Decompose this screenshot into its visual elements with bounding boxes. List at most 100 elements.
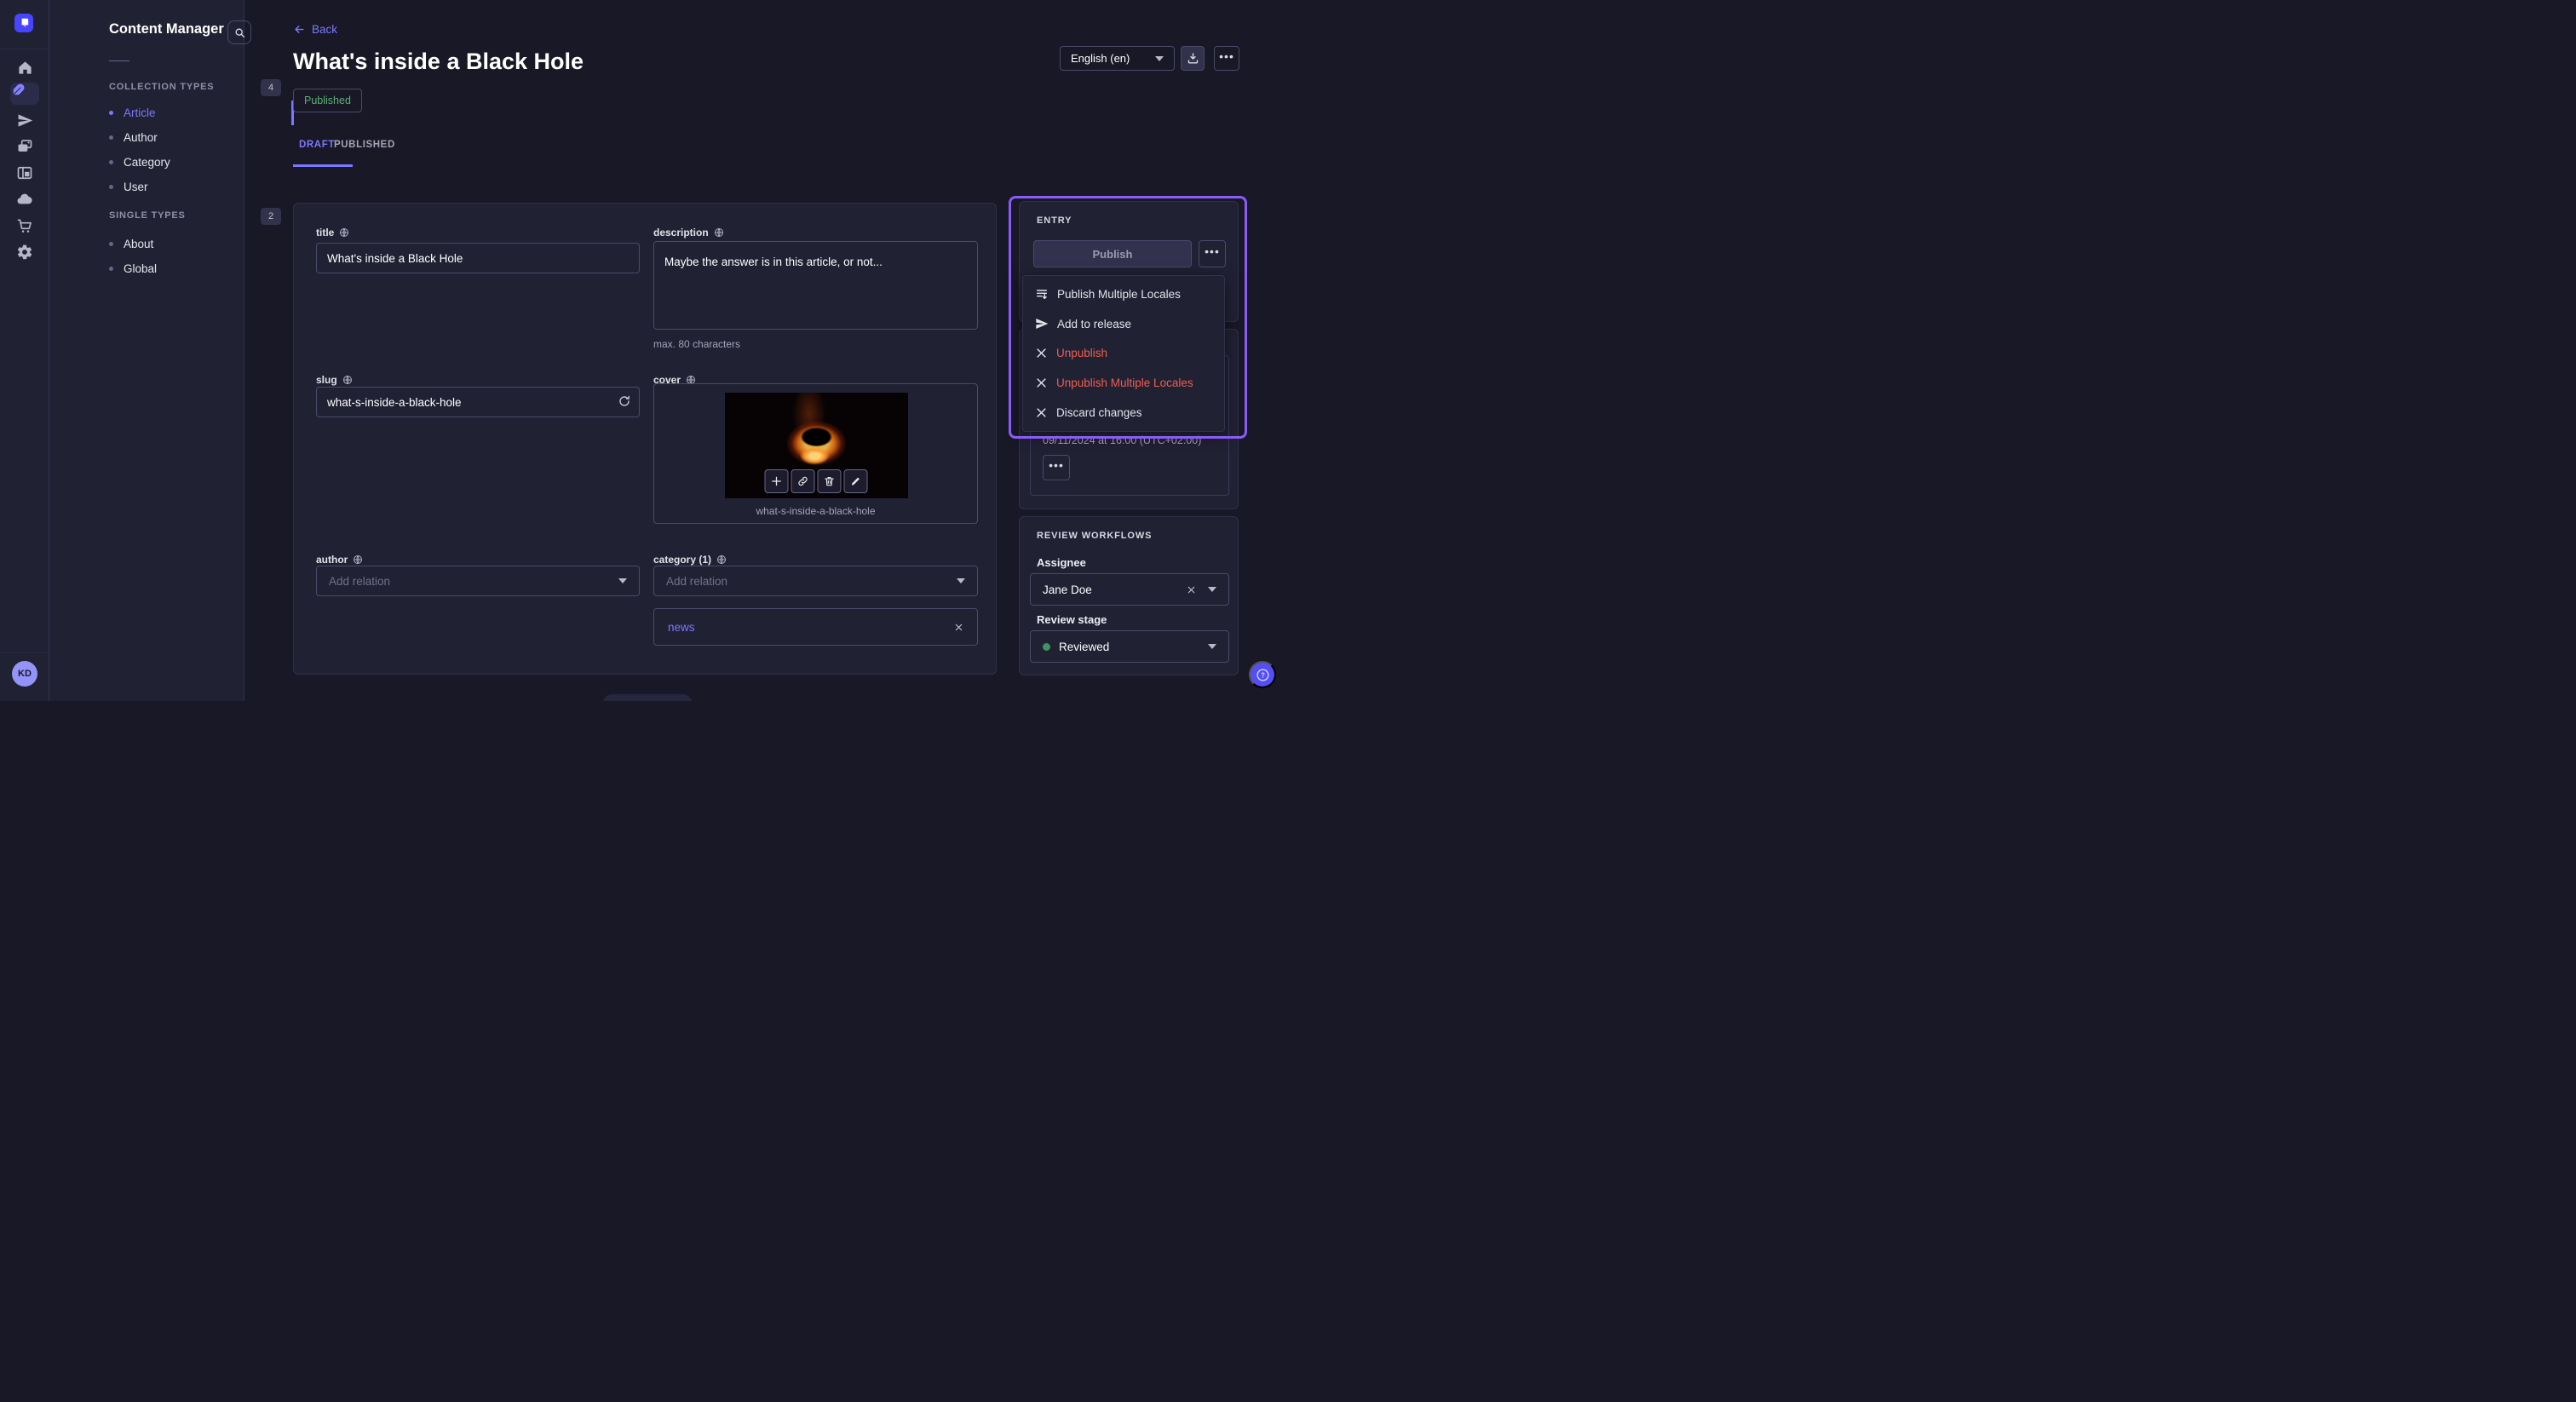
edit-asset-button[interactable] — [843, 469, 867, 493]
header-more-button[interactable]: ••• — [1214, 46, 1239, 71]
description-field-label: description — [653, 227, 724, 238]
menu-item-discard-changes[interactable]: Discard changes — [1023, 398, 1224, 428]
avatar-initials: KD — [18, 669, 32, 679]
publish-button[interactable]: Publish — [1033, 240, 1192, 267]
marketplace-cart-icon[interactable] — [15, 216, 34, 235]
delete-asset-button[interactable] — [817, 469, 841, 493]
remove-relation-button[interactable] — [954, 623, 963, 632]
menu-item-unpublish[interactable]: Unpublish — [1023, 339, 1224, 369]
clear-assignee-button[interactable] — [1187, 585, 1196, 595]
back-label: Back — [312, 23, 337, 36]
sidebar-divider — [109, 60, 129, 61]
menu-item-label: Unpublish — [1056, 347, 1107, 359]
settings-gear-icon[interactable] — [15, 243, 34, 261]
field-label-text: title — [316, 227, 334, 238]
tab-draft[interactable]: DRAFT — [299, 140, 335, 150]
sidebar-title: Content Manager — [109, 21, 224, 37]
cloud-icon[interactable] — [15, 190, 34, 209]
menu-item-unpublish-multiple-locales[interactable]: Unpublish Multiple Locales — [1023, 368, 1224, 398]
chevron-down-icon — [1155, 56, 1164, 61]
nav-item-content-manager[interactable] — [10, 83, 39, 105]
title-input[interactable] — [316, 243, 640, 273]
slug-input[interactable] — [316, 387, 640, 417]
description-helper: max. 80 characters — [653, 338, 740, 350]
entry-panel-heading: ENTRY — [1037, 215, 1072, 226]
link-icon — [796, 475, 808, 487]
close-icon — [1187, 585, 1196, 595]
globe-icon — [339, 227, 349, 238]
relation-link-news[interactable]: news — [668, 621, 695, 634]
rail-divider-bottom — [0, 652, 49, 653]
sidebar-item-article[interactable]: Article — [109, 104, 254, 121]
chevron-down-icon — [1208, 587, 1216, 592]
sidebar-item-user[interactable]: User — [109, 178, 254, 195]
assignee-value: Jane Doe — [1043, 583, 1187, 596]
search-button[interactable] — [227, 20, 251, 44]
trash-icon — [823, 475, 835, 487]
section-single-types: SINGLE TYPES — [109, 210, 186, 221]
bullet-icon — [109, 185, 113, 189]
cross-icon — [1035, 347, 1048, 359]
home-icon[interactable] — [15, 58, 34, 77]
releases-icon[interactable] — [15, 111, 34, 129]
release-more-button[interactable]: ••• — [1043, 455, 1070, 480]
status-badge: Published — [293, 89, 362, 112]
cross-icon — [1035, 376, 1048, 389]
strapi-logo[interactable] — [14, 14, 33, 32]
locale-value: English (en) — [1071, 52, 1130, 65]
tab-published[interactable]: PUBLISHED — [334, 140, 395, 150]
field-label-text: category (1) — [653, 554, 711, 566]
ellipsis-icon: ••• — [1205, 245, 1220, 257]
select-placeholder: Add relation — [666, 575, 727, 588]
bullet-icon — [109, 111, 113, 115]
entry-more-button[interactable]: ••• — [1199, 240, 1226, 267]
locale-select[interactable]: English (en) — [1060, 46, 1175, 71]
menu-item-add-to-release[interactable]: Add to release — [1023, 309, 1224, 339]
nav-rail: KD — [0, 0, 49, 701]
active-tab-underline — [293, 164, 353, 167]
copy-link-button[interactable] — [791, 469, 814, 493]
review-stage-select[interactable]: Reviewed — [1030, 630, 1229, 663]
author-relation-select[interactable]: Add relation — [316, 566, 640, 596]
field-label-text: description — [653, 227, 709, 238]
help-button[interactable]: ? — [1249, 661, 1276, 688]
user-avatar[interactable]: KD — [12, 661, 37, 687]
content-type-builder-icon[interactable] — [15, 164, 34, 182]
strapi-logo-icon — [18, 17, 30, 29]
globe-icon — [714, 227, 724, 238]
section-collection-types: COLLECTION TYPES — [109, 82, 214, 92]
cover-filename: what-s-inside-a-black-hole — [654, 505, 977, 517]
release-scheduled-date: 09/11/2024 at 16:00 (UTC+02:00) — [1043, 434, 1201, 446]
refresh-icon — [618, 394, 631, 408]
menu-item-publish-multiple-locales[interactable]: Publish Multiple Locales — [1023, 279, 1224, 309]
globe-icon — [342, 375, 353, 385]
assignee-select[interactable]: Jane Doe — [1030, 573, 1229, 606]
ellipsis-icon: ••• — [1049, 459, 1064, 471]
feather-icon — [10, 83, 26, 98]
sidebar-item-label: User — [124, 181, 148, 193]
sidebar-item-label: Author — [124, 131, 158, 144]
regenerate-slug-button[interactable] — [618, 394, 631, 408]
sidebar-item-author[interactable]: Author — [109, 129, 254, 146]
sidebar-item-category[interactable]: Category — [109, 153, 254, 170]
media-library-icon[interactable] — [15, 137, 34, 156]
back-link[interactable]: Back — [293, 23, 337, 36]
description-textarea[interactable]: Maybe the answer is in this article, or … — [653, 241, 978, 330]
plus-icon — [770, 475, 782, 487]
sidebar-item-label: Article — [124, 106, 156, 119]
list-plus-icon — [1035, 287, 1049, 301]
sidebar-item-label: Category — [124, 156, 170, 169]
menu-item-label: Add to release — [1057, 318, 1131, 330]
export-download-button[interactable] — [1181, 46, 1205, 71]
category-relation-select[interactable]: Add relation — [653, 566, 978, 596]
globe-icon — [716, 554, 727, 565]
add-asset-button[interactable] — [764, 469, 788, 493]
menu-item-label: Publish Multiple Locales — [1057, 288, 1181, 301]
sidebar-item-about[interactable]: About — [109, 235, 254, 252]
chevron-down-icon — [1208, 644, 1216, 649]
bullet-icon — [109, 160, 113, 164]
search-icon — [234, 27, 245, 38]
bullet-icon — [109, 135, 113, 140]
sidebar-item-global[interactable]: Global — [109, 260, 254, 277]
review-workflows-panel: REVIEW WORKFLOWS Assignee Jane Doe Revie… — [1019, 516, 1239, 675]
